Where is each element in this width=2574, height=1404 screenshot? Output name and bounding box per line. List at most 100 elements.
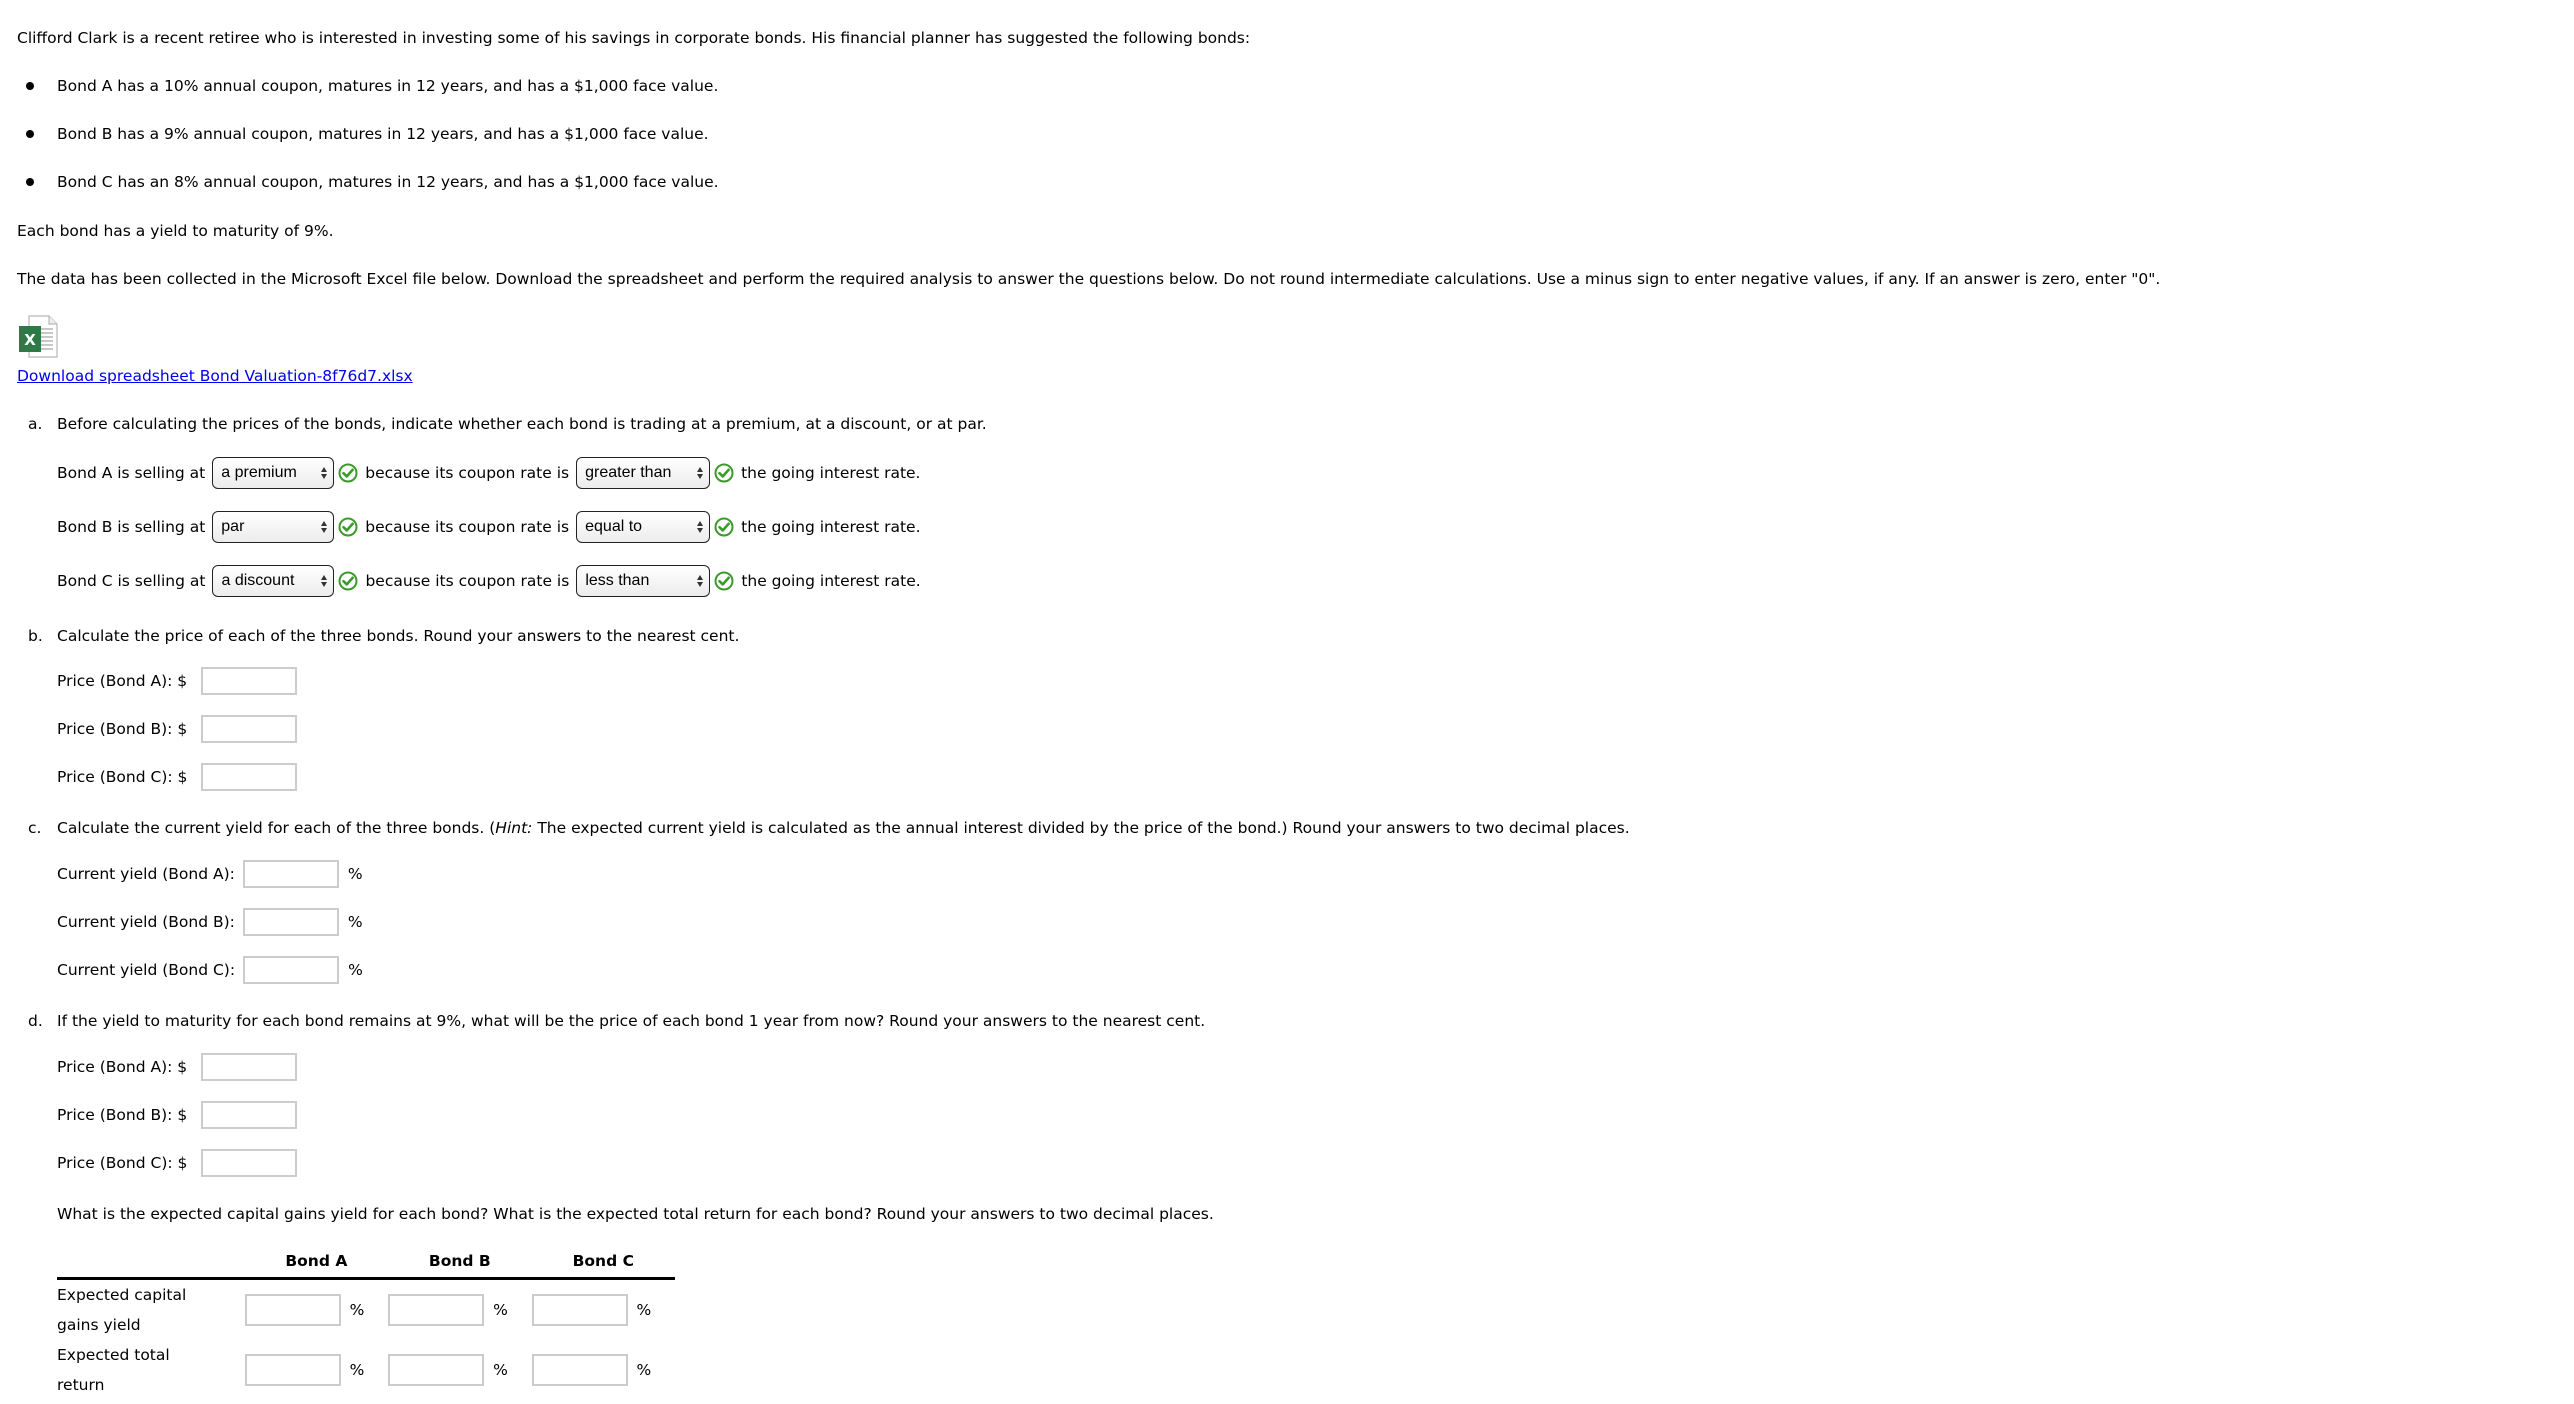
row-suffix: the going interest rate. [741, 464, 921, 482]
percent-unit: % [347, 913, 363, 931]
svg-text:X: X [24, 331, 36, 349]
future-price-bond-b-input[interactable] [201, 1101, 298, 1129]
selling-at-select[interactable]: a discount [212, 565, 335, 597]
capital-gains-yield-bond-a-input[interactable] [244, 1294, 341, 1326]
selected-value: a premium [221, 464, 297, 481]
percent-unit: % [348, 961, 363, 979]
question-text: If the yield to maturity for each bond r… [57, 1012, 1206, 1030]
future-price-bond-a-row: Price (Bond A): $ [57, 1052, 298, 1082]
hint-label: Hint: [495, 819, 533, 837]
row-label: Expected capital gains yield [57, 1279, 245, 1341]
coupon-rate-select[interactable]: greater than [576, 457, 711, 489]
row-middle: because its coupon rate is [365, 464, 570, 482]
hint-text: The expected current yield is calculated… [532, 819, 1630, 837]
total-return-bond-a-input[interactable] [244, 1354, 341, 1386]
bullet-icon [26, 178, 34, 186]
select-arrows-icon [321, 467, 328, 479]
future-price-bond-a-input[interactable] [201, 1053, 298, 1081]
capital-gains-yield-bond-c-input[interactable] [531, 1294, 628, 1326]
table-row: Expected total return % % % [57, 1340, 675, 1400]
row-prefix: Bond A is selling at [57, 464, 206, 482]
current-yield-bond-c-input[interactable] [243, 956, 340, 984]
future-price-bond-c-input[interactable] [201, 1149, 298, 1177]
part-c-question: c. Calculate the current yield for each o… [28, 816, 1630, 840]
ytm-statement: Each bond has a yield to maturity of 9%. [17, 222, 334, 240]
question-text: Before calculating the prices of the bon… [57, 415, 987, 433]
field-label: Price (Bond A): $ [57, 672, 188, 690]
percent-unit: % [636, 1301, 652, 1319]
row-label: Expected total return [57, 1340, 245, 1400]
bond-a-selling-row: Bond A is selling at a premium because i… [57, 455, 920, 491]
question-text: Calculate the price of each of the three… [57, 627, 740, 645]
field-label: Price (Bond A): $ [57, 1058, 188, 1076]
bullet-icon [26, 130, 34, 138]
selected-value: less than [585, 572, 650, 589]
price-bond-a-row: Price (Bond A): $ [57, 666, 298, 696]
field-label: Price (Bond B): $ [57, 1106, 188, 1124]
part-letter: b. [28, 627, 43, 645]
select-arrows-icon [697, 467, 704, 479]
row-suffix: the going interest rate. [741, 572, 921, 590]
field-label: Current yield (Bond B): [57, 913, 235, 931]
table-cell: % [388, 1279, 531, 1341]
part-letter: a. [28, 415, 43, 433]
coupon-rate-select[interactable]: equal to [576, 511, 711, 543]
current-yield-bond-b-row: Current yield (Bond B): % [57, 907, 363, 937]
table-cell: % [388, 1340, 531, 1400]
percent-unit: % [636, 1361, 652, 1379]
percent-unit: % [349, 1361, 365, 1379]
table-header-row: Bond A Bond B Bond C [57, 1245, 675, 1280]
select-arrows-icon [321, 575, 328, 587]
excel-file-icon[interactable]: X [17, 315, 61, 359]
part-d-question: d. If the yield to maturity for each bond… [28, 1009, 1205, 1033]
check-circle-icon [338, 571, 358, 591]
table-cell: % [244, 1340, 388, 1400]
column-header: Bond C [531, 1245, 675, 1280]
download-spreadsheet-link[interactable]: Download spreadsheet Bond Valuation-8f76… [17, 364, 413, 388]
current-yield-bond-a-input[interactable] [242, 860, 339, 888]
check-circle-icon [338, 463, 358, 483]
row-label-line: Expected total [57, 1346, 170, 1364]
bond-description: Bond C has an 8% annual coupon, matures … [57, 173, 719, 191]
question-text: Calculate the current yield for each of … [57, 819, 496, 837]
column-header: Bond A [244, 1245, 389, 1280]
check-circle-icon [338, 517, 358, 537]
future-price-bond-b-row: Price (Bond B): $ [57, 1100, 298, 1130]
followup-question: What is the expected capital gains yield… [57, 1205, 1214, 1223]
percent-unit: % [349, 1301, 365, 1319]
intro-text: Clifford Clark is a recent retiree who i… [17, 29, 1251, 47]
row-prefix: Bond C is selling at [57, 572, 206, 590]
select-arrows-icon [697, 575, 704, 587]
column-header: Bond B [388, 1245, 532, 1280]
part-letter: d. [28, 1012, 43, 1030]
part-a-question: a. Before calculating the prices of the b… [28, 412, 987, 436]
total-return-bond-b-input[interactable] [388, 1354, 485, 1386]
check-circle-icon [714, 463, 734, 483]
current-yield-bond-c-row: Current yield (Bond C): % [57, 955, 363, 985]
table-cell: % [531, 1279, 675, 1341]
row-middle: because its coupon rate is [365, 518, 570, 536]
bond-description: Bond A has a 10% annual coupon, matures … [57, 77, 719, 95]
price-bond-c-row: Price (Bond C): $ [57, 762, 298, 792]
current-yield-bond-b-input[interactable] [242, 908, 339, 936]
selected-value: equal to [585, 518, 643, 535]
price-bond-a-input[interactable] [201, 667, 298, 695]
price-bond-b-input[interactable] [201, 715, 298, 743]
table-header-blank [57, 1245, 245, 1280]
instructions: The data has been collected in the Micro… [17, 270, 2161, 288]
total-return-bond-c-input[interactable] [531, 1354, 628, 1386]
check-circle-icon [714, 517, 734, 537]
percent-unit: % [493, 1301, 508, 1319]
capital-gains-yield-bond-b-input[interactable] [388, 1294, 485, 1326]
field-label: Price (Bond C): $ [57, 768, 188, 786]
coupon-rate-select[interactable]: less than [576, 565, 711, 597]
row-prefix: Bond B is selling at [57, 518, 206, 536]
price-bond-c-input[interactable] [201, 763, 298, 791]
selected-value: greater than [585, 464, 672, 481]
row-suffix: the going interest rate. [741, 518, 921, 536]
selling-at-select[interactable]: a premium [212, 457, 335, 489]
field-label: Current yield (Bond C): [57, 961, 236, 979]
row-label-line: return [57, 1376, 105, 1394]
selling-at-select[interactable]: par [212, 511, 335, 543]
bullet-icon [26, 82, 34, 90]
